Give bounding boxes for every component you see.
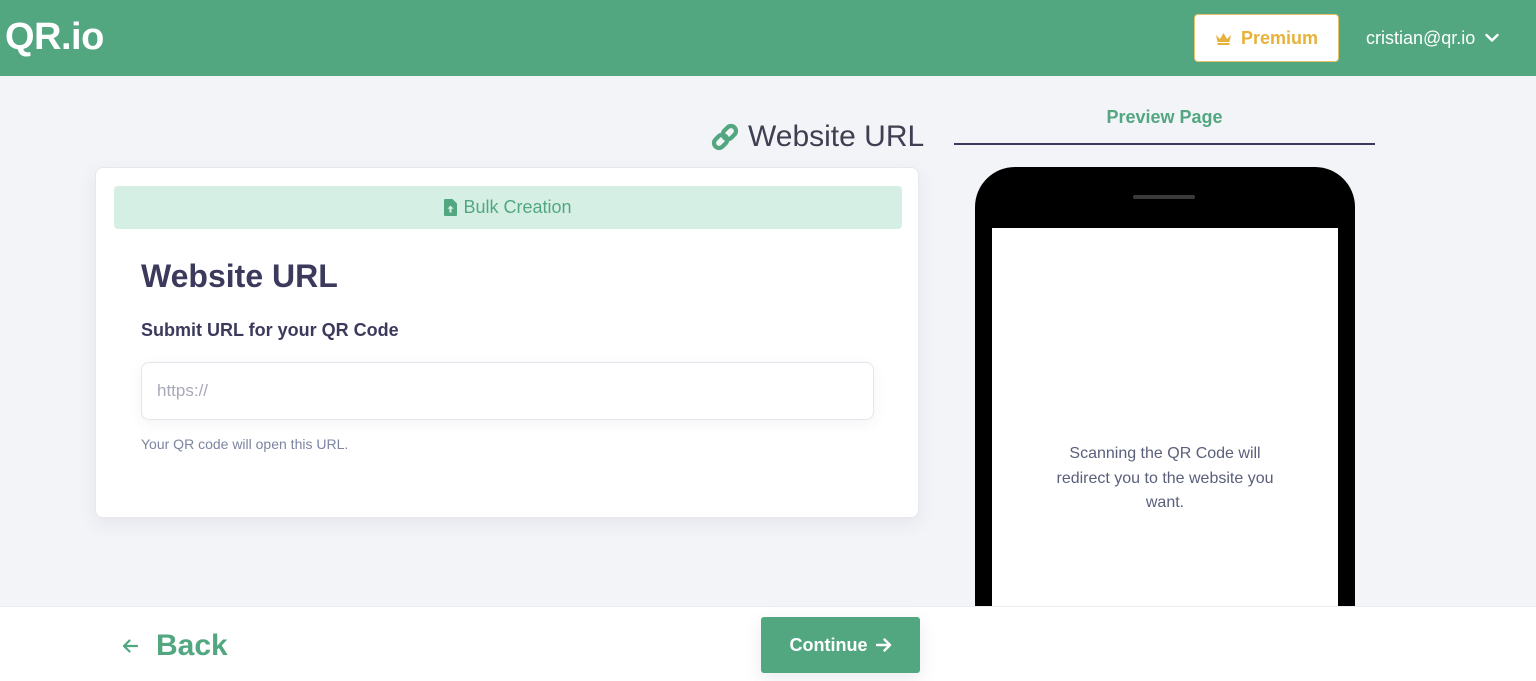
section-title-text: Website URL [748,120,925,153]
phone-speaker [1133,195,1195,199]
premium-label: Premium [1240,27,1319,48]
back-button[interactable]: Back [122,629,228,663]
form-title: Website URL [141,258,338,294]
user-email: cristian@qr.io [1366,27,1476,48]
chevron-down-icon [1485,33,1500,42]
tab-preview-page[interactable]: Preview Page [954,100,1375,145]
arrow-right-icon [875,638,891,652]
phone-screen: Scanning the QR Code will redirect you t… [992,228,1338,607]
continue-button[interactable]: Continue [761,617,920,673]
link-icon [711,123,739,151]
url-help-text: Your QR code will open this URL. [141,436,349,452]
phone-preview: Scanning the QR Code will redirect you t… [975,167,1355,607]
url-form-card: Bulk Creation Website URL Submit URL for… [95,167,919,518]
url-field-label: Submit URL for your QR Code [141,320,399,340]
crown-icon [1215,32,1231,45]
user-menu[interactable]: cristian@qr.io [1366,24,1500,52]
file-upload-icon [444,199,458,216]
url-input[interactable] [141,362,874,420]
bulk-creation-label: Bulk Creation [463,197,572,217]
arrow-left-icon [122,639,138,653]
bulk-creation-button[interactable]: Bulk Creation [114,186,902,229]
section-title: Website URL [710,116,924,158]
footer-bar: Back Continue [0,606,1536,681]
premium-button[interactable]: Premium [1194,14,1339,62]
back-label: Back [156,629,228,662]
preview-message: Scanning the QR Code will redirect you t… [1056,445,1274,511]
top-navigation-bar: QR.io Premium cristian@qr.io [0,0,1536,76]
app-logo[interactable]: QR.io [5,16,104,59]
continue-label: Continue [789,634,868,655]
